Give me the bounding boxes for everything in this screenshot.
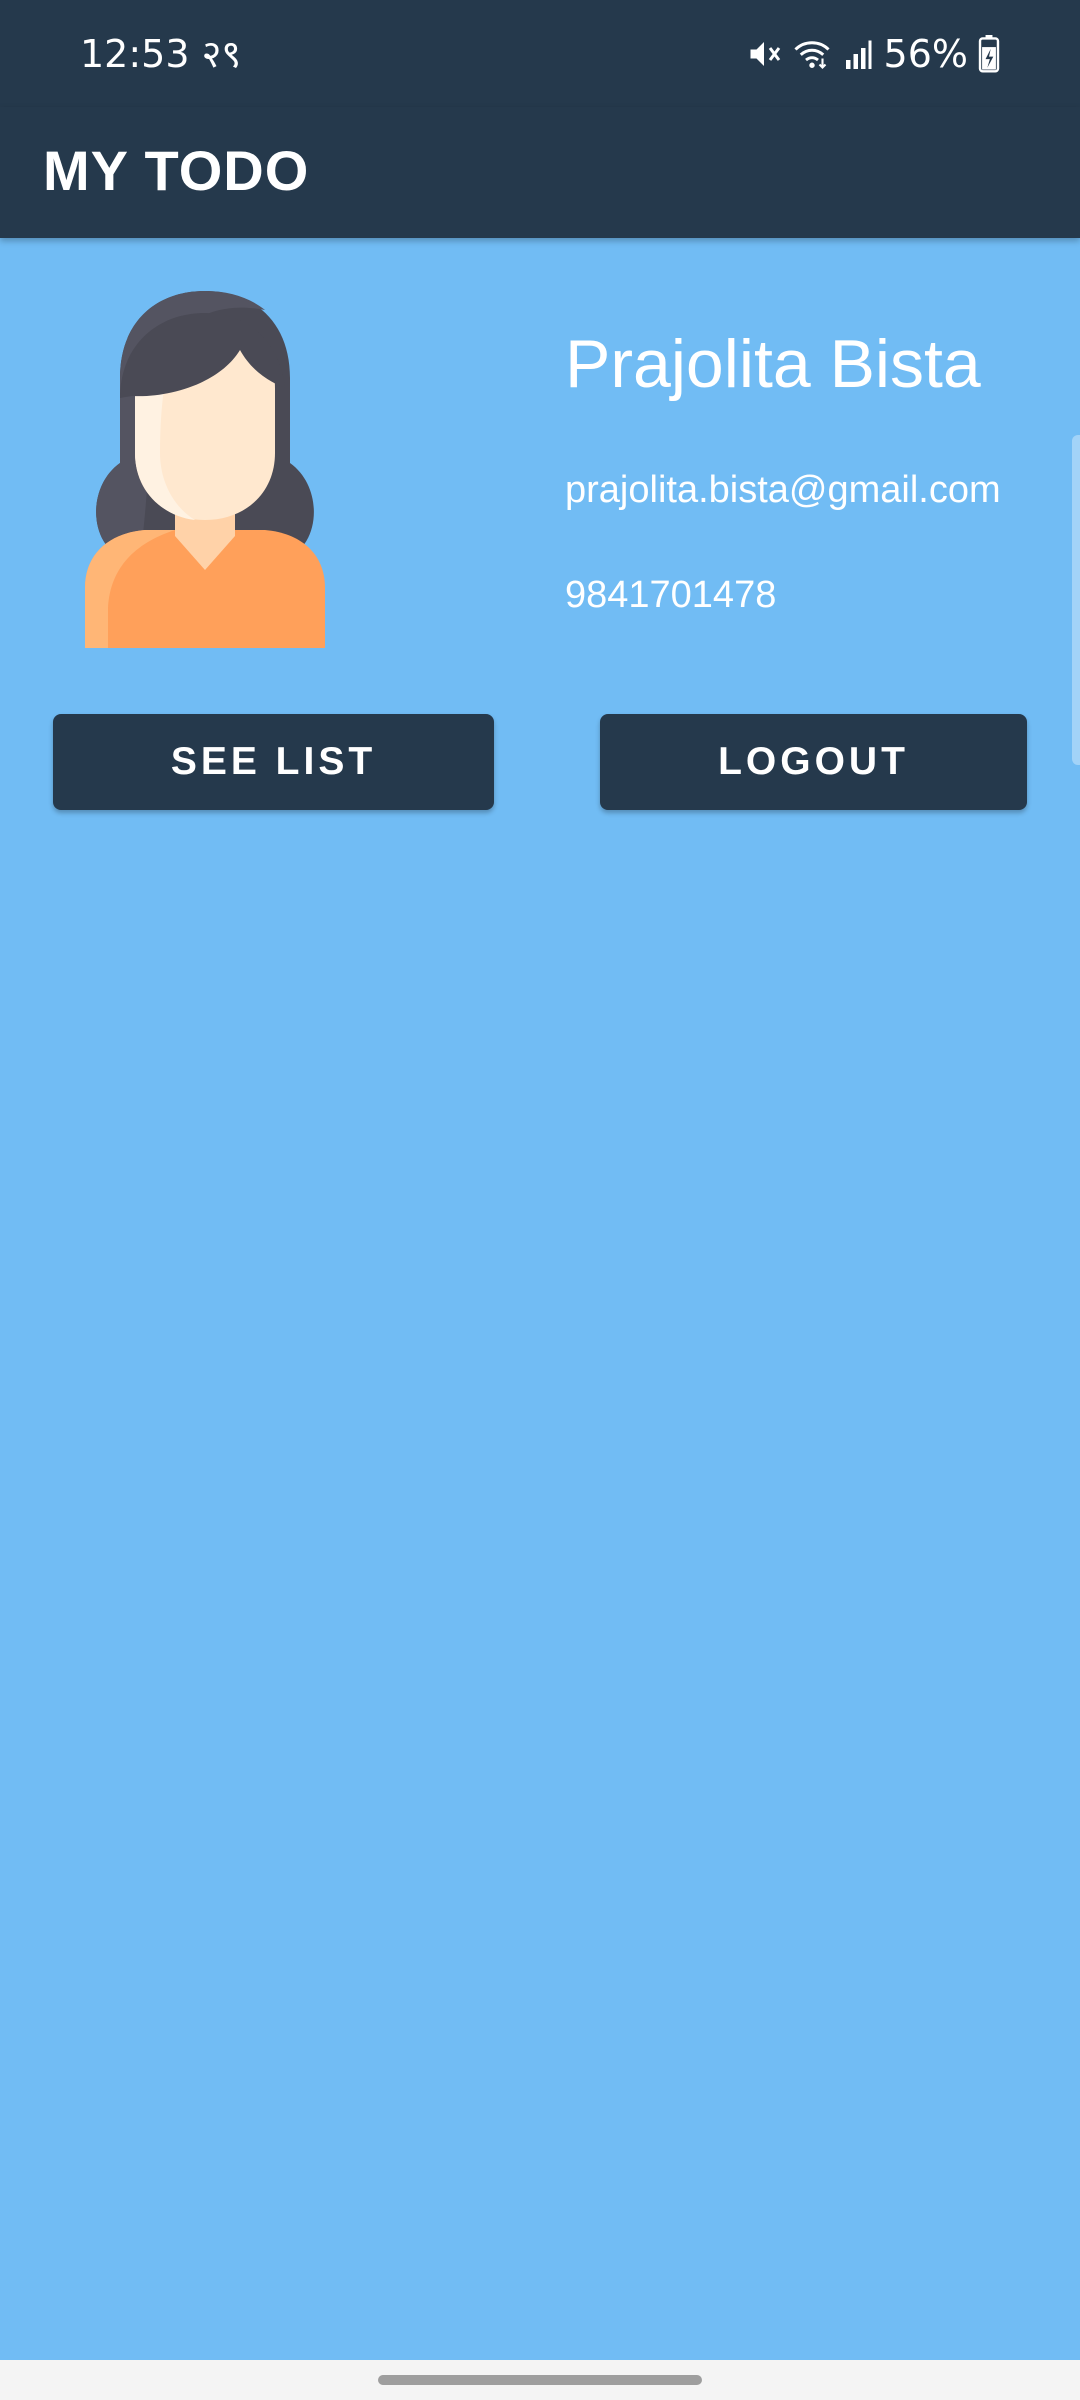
female-avatar-icon [80, 288, 330, 648]
status-bar: 12:53 २९ 56% [0, 0, 1080, 107]
mute-icon [746, 36, 782, 72]
navigation-bar [0, 2360, 1080, 2400]
see-list-button[interactable]: SEE LIST [53, 714, 494, 810]
edge-panel-handle[interactable] [1072, 435, 1080, 765]
status-time: 12:53 २९ [80, 32, 242, 76]
app-title: MY TODO [43, 139, 310, 202]
app-bar: MY TODO [0, 107, 1080, 238]
wifi-icon [792, 36, 832, 72]
signal-icon [842, 36, 874, 72]
profile-email: prajolita.bista@gmail.com [565, 469, 1001, 511]
profile-name: Prajolita Bista [565, 326, 981, 402]
status-indicators: 56% [746, 30, 1000, 78]
battery-charging-icon [978, 35, 1000, 73]
profile-phone: 9841701478 [565, 574, 777, 616]
home-indicator[interactable] [378, 2375, 702, 2385]
battery-percent: 56% [883, 32, 968, 76]
logout-button[interactable]: LOGOUT [600, 714, 1027, 810]
